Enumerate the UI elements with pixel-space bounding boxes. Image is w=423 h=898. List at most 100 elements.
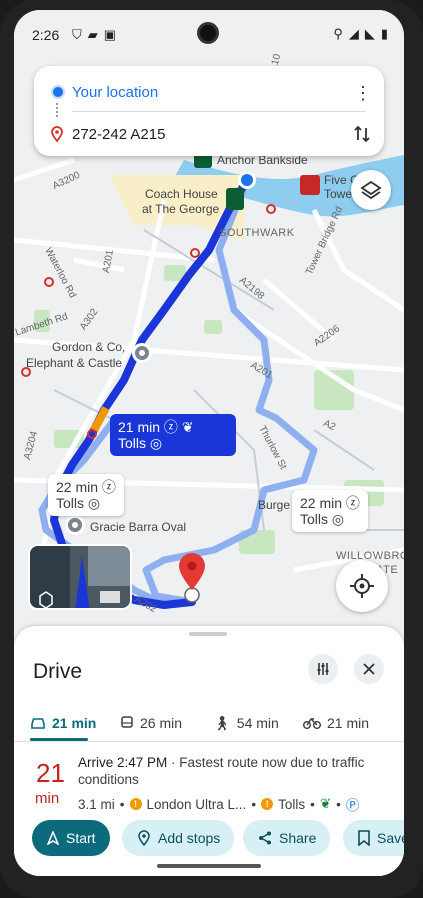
save-button[interactable]: Save xyxy=(343,820,404,856)
navigation-arrow-icon xyxy=(46,831,60,845)
route-options-button[interactable] xyxy=(308,654,338,684)
directions-sheet: Drive 21 min 26 min 🚶︎ 54 min 21 min 21 … xyxy=(14,626,404,876)
add-location-icon xyxy=(138,830,150,846)
phone-frame: 2:26 ⛉ ▰ ▣ ⚲ ◢ ◣ ▮ Anchor Bankside Coach… xyxy=(0,0,423,898)
swap-icon[interactable] xyxy=(352,124,372,144)
map-label-southwark: SOUTHWARK xyxy=(219,227,295,239)
destination-field[interactable]: 272-242 A215 xyxy=(72,126,165,143)
share-button[interactable]: Share xyxy=(243,820,331,856)
toll-icon: ◎ xyxy=(149,435,163,451)
car-icon xyxy=(31,718,45,729)
wifi-icon: ◢ xyxy=(348,26,359,41)
sheet-title: Drive xyxy=(33,660,83,683)
divider xyxy=(72,111,366,112)
route-details: 3.1 mi • ! London Ultra L... • ! Tolls •… xyxy=(78,794,404,814)
route-main-tolls: Tolls xyxy=(118,435,147,451)
layers-button[interactable] xyxy=(351,170,391,210)
start-label: Start xyxy=(66,830,96,846)
map-label-five-guys-2: Towe xyxy=(324,187,353,201)
sim-icon: ▰ xyxy=(87,27,98,42)
route-main-bubble[interactable]: 21 min ⓩ ❦ Tolls ◎ xyxy=(110,414,236,456)
map-label-gracie-barra: Gracie Barra Oval xyxy=(90,520,187,534)
route-dots xyxy=(56,103,59,117)
park xyxy=(204,320,222,334)
arrival-info: Arrive 2:47 PM · Fastest route now due t… xyxy=(78,754,378,788)
warning-icon: ! xyxy=(129,798,142,810)
more-options-icon[interactable]: ⋮ xyxy=(354,84,372,102)
save-label: Save xyxy=(377,830,404,846)
status-system-icons: ⚲ ◢ ◣ ▮ xyxy=(333,26,388,42)
origin-row[interactable]: Your location ⋮ xyxy=(34,74,384,108)
layers-icon xyxy=(360,180,382,200)
origin-field[interactable]: Your location xyxy=(72,84,158,101)
signal-icon: ◣ xyxy=(364,26,375,41)
map-label-coach-house-2: at The George xyxy=(142,202,220,216)
route-zone: London Ultra L... xyxy=(146,796,247,812)
route-alt-bubble-left[interactable]: 22 min ⓩ Tolls ◎ xyxy=(48,474,124,516)
zone-icon: ⓩ xyxy=(163,419,178,435)
add-stops-label: Add stops xyxy=(158,830,221,846)
poi-coachhouse-icon[interactable] xyxy=(226,188,244,210)
route-distance: 3.1 mi xyxy=(78,796,115,812)
front-camera xyxy=(197,22,219,44)
poi-fiveguys-icon[interactable] xyxy=(300,175,320,195)
crosshair-icon xyxy=(350,574,374,598)
bookmark-icon xyxy=(358,830,370,846)
parking-icon: Ⓟ xyxy=(345,798,360,813)
tab-bike-label: 21 min xyxy=(327,715,370,731)
street-view-thumbnail[interactable] xyxy=(28,544,132,610)
tab-drive[interactable]: 21 min xyxy=(30,708,96,738)
map-label-coach-house: Coach House xyxy=(145,187,218,201)
warning-icon: ! xyxy=(261,798,274,810)
status-notification-icons: ⛉ ▰ ▣ xyxy=(72,27,116,43)
share-icon xyxy=(259,831,271,845)
zone-icon: ⓩ xyxy=(101,479,116,495)
tab-walk[interactable]: 🚶︎ 54 min xyxy=(213,708,279,738)
toll-icon: ◎ xyxy=(331,511,345,527)
map-label-burge: Burge xyxy=(258,498,291,512)
share-label: Share xyxy=(279,830,317,846)
route-alt-bubble-right[interactable]: 22 min ⓩ Tolls ◎ xyxy=(292,490,368,532)
travel-mode-tabs: 21 min 26 min 🚶︎ 54 min 21 min xyxy=(14,700,404,742)
my-location-button[interactable] xyxy=(336,560,388,612)
poi-gordon-icon[interactable] xyxy=(132,343,152,363)
shield-icon: ⛉ xyxy=(72,27,82,42)
arrival-time: Arrive 2:47 PM xyxy=(78,755,168,770)
street-view-image xyxy=(30,546,130,608)
tab-transit-label: 26 min xyxy=(140,715,183,731)
tune-icon xyxy=(317,663,329,675)
eco-leaf-icon: ❦ xyxy=(181,419,194,435)
tab-drive-label: 21 min xyxy=(52,715,97,731)
screen: 2:26 ⛉ ▰ ▣ ⚲ ◢ ◣ ▮ Anchor Bankside Coach… xyxy=(14,10,404,876)
map-label-gordon: Gordon & Co, xyxy=(52,340,126,354)
route-alt-right-time: 22 min xyxy=(300,495,343,511)
route-alt-right-tolls: Tolls xyxy=(300,511,329,527)
close-icon xyxy=(363,663,375,675)
directions-card: Your location ⋮ 272-242 A215 xyxy=(34,66,384,156)
zone-icon: ⓩ xyxy=(345,495,360,511)
destination-row[interactable]: 272-242 A215 xyxy=(34,116,384,150)
dot-separator: • xyxy=(251,796,257,812)
toll-icon: ◎ xyxy=(87,495,101,511)
tab-transit[interactable]: 26 min xyxy=(120,708,182,738)
route-duration: 21 xyxy=(36,758,65,788)
location-icon: ⚲ xyxy=(333,26,343,41)
bike-icon xyxy=(303,717,321,729)
sheet-handle[interactable] xyxy=(189,632,227,636)
transit-icon xyxy=(121,716,133,728)
add-stops-button[interactable]: Add stops xyxy=(122,820,235,856)
route-alt-left-tolls: Tolls xyxy=(56,495,85,511)
gesture-bar[interactable] xyxy=(157,864,261,868)
dot-separator: • xyxy=(119,796,125,812)
walk-icon: 🚶︎ xyxy=(213,714,231,731)
route-duration-unit: min xyxy=(35,790,60,807)
origin-marker[interactable] xyxy=(241,174,253,186)
tab-bike[interactable]: 21 min xyxy=(303,708,369,738)
route-tolls: Tolls xyxy=(278,796,306,812)
destination-pin-outline-icon xyxy=(51,126,63,142)
action-buttons: Start Add stops Share Save xyxy=(32,820,404,858)
start-button[interactable]: Start xyxy=(32,820,110,856)
battery-icon: ▮ xyxy=(380,26,388,41)
poi-gracie-barra-icon[interactable] xyxy=(65,515,85,535)
close-button[interactable] xyxy=(354,654,384,684)
